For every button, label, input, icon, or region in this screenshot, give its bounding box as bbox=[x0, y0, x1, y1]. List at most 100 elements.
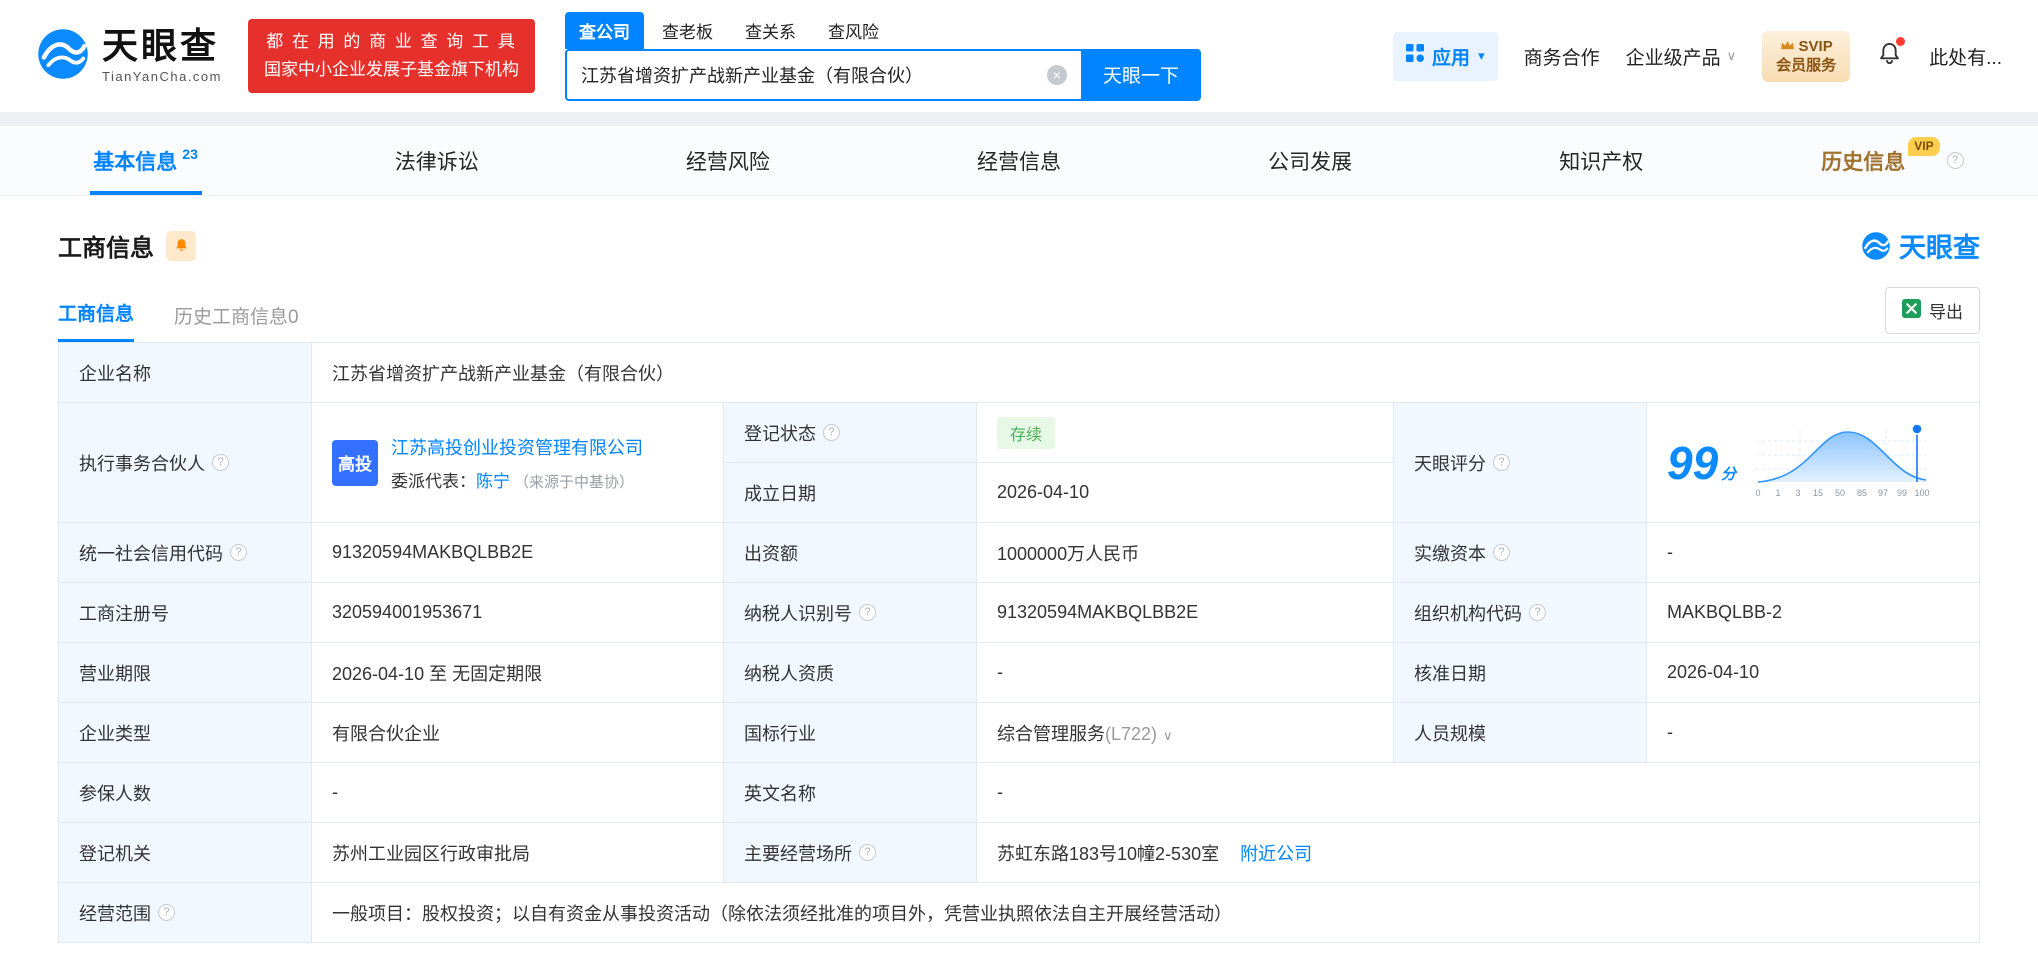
help-icon[interactable]: ? bbox=[1493, 544, 1510, 561]
help-icon[interactable]: ? bbox=[212, 454, 229, 471]
label-text: 成立日期 bbox=[744, 483, 816, 504]
field-org-code-value: MAKBQLBB-2 bbox=[1646, 582, 1980, 643]
field-tax-qualification-value: - bbox=[976, 642, 1394, 703]
help-icon[interactable]: ? bbox=[1529, 604, 1546, 621]
field-business-address-label: 主要经营场所? bbox=[723, 822, 977, 883]
apps-button[interactable]: 应用 ▾ bbox=[1393, 31, 1498, 81]
vip-badge: VIP bbox=[1908, 137, 1940, 156]
nearby-companies-link[interactable]: 附近公司 bbox=[1240, 844, 1312, 864]
field-executive-partner-label: 执行事务合伙人? bbox=[58, 402, 312, 523]
company-section-tabs: 基本信息 23 法律诉讼 经营风险 经营信息 公司发展 知识产权 历史信息 VI… bbox=[0, 126, 2038, 196]
help-icon[interactable]: ? bbox=[859, 604, 876, 621]
site-logo[interactable]: 天眼查 TianYanCha.com bbox=[36, 27, 222, 86]
label-text: 组织机构代码 bbox=[1414, 603, 1522, 624]
label-text: 登记状态 bbox=[744, 423, 816, 444]
promo-banner: 都 在 用 的 商 业 查 询 工 具 国家中小企业发展子基金旗下机构 bbox=[248, 18, 535, 94]
subtab-history-business-info[interactable]: 历史工商信息0 bbox=[174, 302, 299, 342]
brand-domain: TianYanCha.com bbox=[102, 69, 222, 84]
tab-history-label: 历史信息 bbox=[1821, 150, 1906, 174]
search-tab-company[interactable]: 查公司 bbox=[565, 11, 644, 49]
label-text: 纳税人资质 bbox=[744, 663, 834, 684]
export-button[interactable]: 导出 bbox=[1885, 287, 1980, 334]
tab-basic-info[interactable]: 基本信息 23 bbox=[0, 126, 291, 195]
business-cooperation-link[interactable]: 商务合作 bbox=[1524, 43, 1600, 70]
chevron-down-icon[interactable]: ∨ bbox=[1163, 728, 1173, 743]
table-row: 营业期限 2026-04-10 至 无固定期限 纳税人资质 - 核准日期 202… bbox=[58, 642, 1980, 703]
search-tab-relation[interactable]: 查关系 bbox=[731, 12, 810, 49]
field-business-term-label: 营业期限 bbox=[58, 642, 312, 703]
industry-name: 综合管理服务 bbox=[997, 723, 1105, 744]
partner-company-link[interactable]: 江苏高投创业投资管理有限公司 bbox=[391, 438, 643, 458]
business-info-table: 企业名称 江苏省增资扩产战新产业基金（有限合伙） 执行事务合伙人? 高投 江苏高… bbox=[58, 342, 1980, 943]
chevron-down-icon: ∨ bbox=[1726, 48, 1737, 63]
table-row: 统一社会信用代码? 91320594MAKBQLBB2E 出资额 1000000… bbox=[58, 522, 1980, 583]
apps-grid-icon bbox=[1406, 44, 1425, 68]
label-text: 参保人数 bbox=[79, 783, 151, 804]
delegate-link[interactable]: 陈宁 bbox=[476, 472, 510, 491]
delegate-label: 委派代表： bbox=[391, 471, 476, 491]
svip-membership-badge[interactable]: SVIP 会员服务 bbox=[1762, 30, 1851, 82]
company-detail-card: 基本信息 23 法律诉讼 经营风险 经营信息 公司发展 知识产权 历史信息 VI… bbox=[0, 126, 2038, 978]
label-text: 执行事务合伙人 bbox=[79, 453, 205, 474]
subtab-business-info[interactable]: 工商信息 bbox=[58, 299, 135, 342]
label-text: 登记机关 bbox=[79, 843, 151, 864]
excel-icon bbox=[1902, 298, 1921, 323]
field-staff-size-value: - bbox=[1646, 702, 1980, 763]
label-text: 人员规模 bbox=[1414, 723, 1486, 744]
brand-name: 天眼查 bbox=[102, 25, 220, 66]
search-button[interactable]: 天眼一下 bbox=[1081, 48, 1201, 101]
tab-intellectual-property[interactable]: 知识产权 bbox=[1456, 126, 1747, 195]
field-business-scope-label: 经营范围? bbox=[58, 882, 312, 943]
help-icon[interactable]: ? bbox=[1493, 454, 1510, 471]
svg-text:99: 99 bbox=[1897, 488, 1907, 498]
tab-ip-label: 知识产权 bbox=[1559, 150, 1644, 174]
tab-company-development[interactable]: 公司发展 bbox=[1165, 126, 1456, 195]
notifications-bell-button[interactable] bbox=[1876, 37, 1906, 72]
search-tab-riskcheck[interactable]: 查风险 bbox=[814, 12, 893, 49]
partner-logo: 高投 bbox=[332, 439, 378, 486]
delegate-source: （来源于中基协） bbox=[514, 473, 635, 491]
tab-legal-proceedings[interactable]: 法律诉讼 bbox=[291, 126, 582, 195]
field-credit-code-label: 统一社会信用代码? bbox=[58, 522, 312, 583]
tab-operating-info[interactable]: 经营信息 bbox=[873, 126, 1164, 195]
search-input[interactable] bbox=[565, 48, 1081, 101]
label-text: 核准日期 bbox=[1414, 663, 1486, 684]
table-row: 参保人数 - 英文名称 - bbox=[58, 762, 1980, 823]
chevron-down-icon: ▾ bbox=[1478, 48, 1485, 63]
search-tab-boss[interactable]: 查老板 bbox=[648, 12, 727, 49]
tab-history-info[interactable]: 历史信息 VIP ? bbox=[1747, 126, 2038, 195]
field-business-scope-value: 一般项目：股权投资；以自有资金从事投资活动（除依法须经批准的项目外，凭营业执照依… bbox=[311, 882, 1980, 943]
table-row: 登记机关 苏州工业园区行政审批局 主要经营场所? 苏虹东路183号10幢2-53… bbox=[58, 822, 1980, 883]
svg-text:97: 97 bbox=[1878, 488, 1888, 498]
svg-text:100: 100 bbox=[1915, 488, 1930, 498]
help-icon[interactable]: ? bbox=[158, 904, 175, 921]
tab-risk-label: 经营风险 bbox=[685, 150, 770, 174]
field-business-term-value: 2026-04-10 至 无固定期限 bbox=[311, 642, 724, 703]
tab-operating-risk[interactable]: 经营风险 bbox=[582, 126, 873, 195]
help-icon[interactable]: ? bbox=[1946, 152, 1964, 169]
help-icon[interactable]: ? bbox=[859, 844, 876, 861]
table-row: 企业类型 有限合伙企业 国标行业 综合管理服务(L722) ∨ 人员规模 - bbox=[58, 702, 1980, 763]
subscribe-bell-button[interactable] bbox=[166, 230, 196, 261]
field-insured-count-value: - bbox=[311, 762, 724, 823]
field-taxpayer-id-value: 91320594MAKBQLBB2E bbox=[976, 582, 1394, 643]
field-english-name-value: - bbox=[976, 762, 1980, 823]
top-header: 天眼查 TianYanCha.com 都 在 用 的 商 业 查 询 工 具 国… bbox=[0, 0, 2038, 112]
svip-sublabel: 会员服务 bbox=[1776, 57, 1837, 74]
export-label: 导出 bbox=[1929, 303, 1963, 322]
clear-search-icon[interactable]: × bbox=[1047, 64, 1067, 85]
label-text: 纳税人识别号 bbox=[744, 603, 852, 624]
field-company-type-label: 企业类型 bbox=[58, 702, 312, 763]
help-icon[interactable]: ? bbox=[230, 544, 247, 561]
help-icon[interactable]: ? bbox=[823, 424, 840, 441]
field-paid-capital-label: 实缴资本? bbox=[1393, 522, 1647, 583]
score-unit: 分 bbox=[1721, 465, 1737, 483]
watermark-logo: 天眼查 bbox=[1861, 226, 1980, 265]
field-registration-authority-label: 登记机关 bbox=[58, 822, 312, 883]
enterprise-products-menu[interactable]: 企业级产品 ∨ bbox=[1626, 43, 1737, 70]
user-account-menu[interactable]: 此处有... bbox=[1929, 43, 2002, 70]
crown-icon bbox=[1780, 37, 1795, 57]
field-reg-number-value: 320594001953671 bbox=[311, 582, 724, 643]
table-row: 经营范围? 一般项目：股权投资；以自有资金从事投资活动（除依法须经批准的项目外，… bbox=[58, 882, 1980, 943]
field-industry-value: 综合管理服务(L722) ∨ bbox=[976, 702, 1394, 763]
